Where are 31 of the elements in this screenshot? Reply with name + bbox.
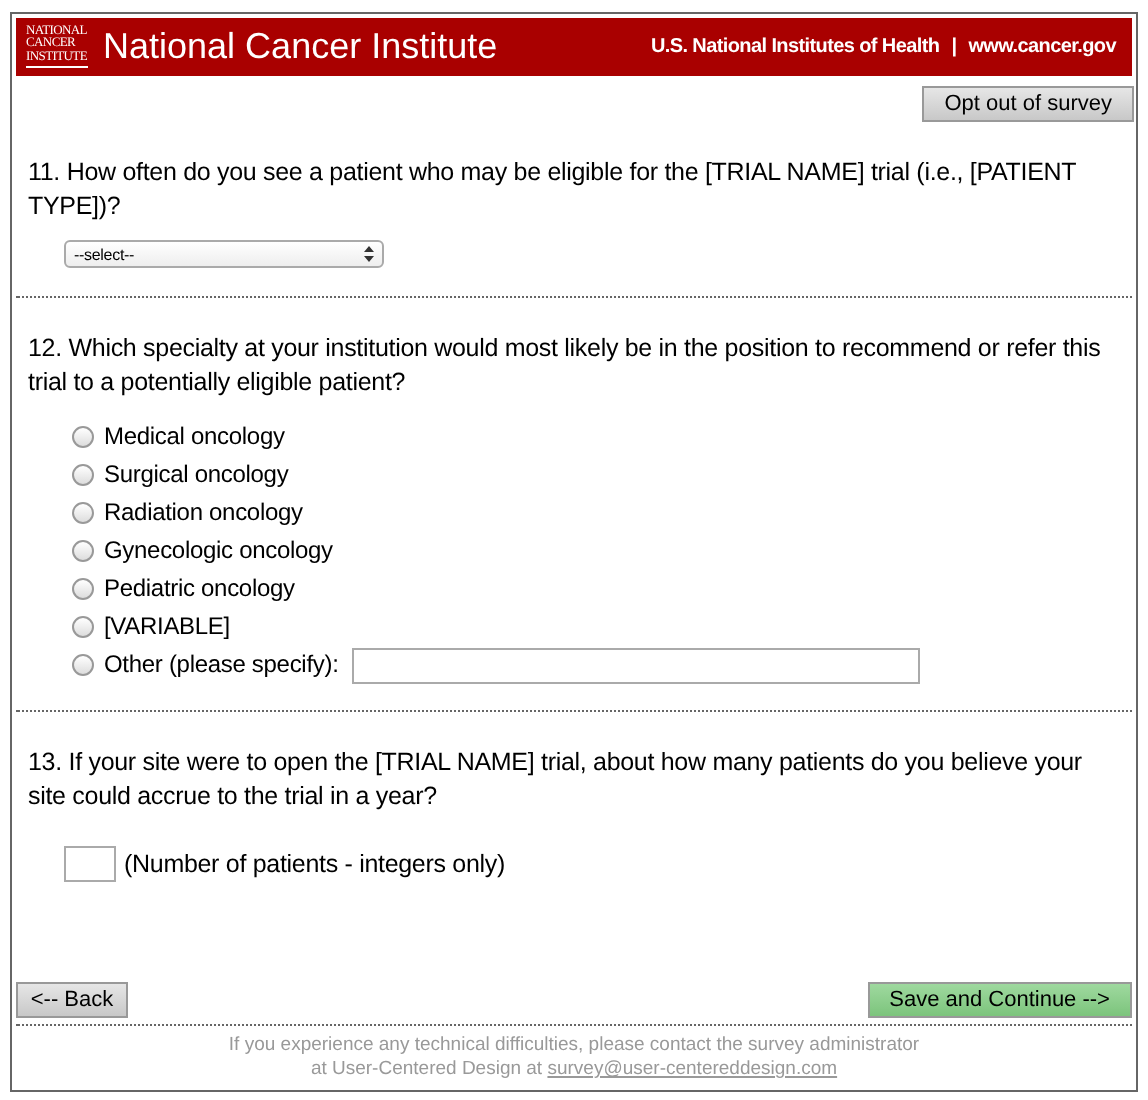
option-label[interactable]: [VARIABLE] <box>104 610 230 644</box>
header-link[interactable]: www.cancer.gov <box>968 36 1116 58</box>
option-label[interactable]: Surgical oncology <box>104 458 289 492</box>
footer-text: at User-Centered Design at <box>310 1058 543 1080</box>
footer-text: If you experience any technical difficulties, please contact the survey administrator <box>228 1034 920 1058</box>
site-title: National Cancer Institute <box>103 26 498 68</box>
question-text: 13. If your site were to open the [TRIAL NAME] trial, about how many patients do you believe your site could accrue to the trial in a year? <box>28 746 1084 814</box>
input-field[interactable] <box>64 846 116 882</box>
back-button[interactable]: <-- Back <box>16 982 128 1018</box>
updown-arrows-icon <box>364 246 374 262</box>
select-dropdown[interactable]: --select-- <box>64 240 384 268</box>
separator: | <box>951 36 957 58</box>
radio-button[interactable] <box>72 464 94 486</box>
option-label[interactable]: Medical oncology <box>104 420 285 454</box>
field-hint: (Number of patients - integers only) <box>124 847 506 881</box>
question-text: 11. How often do you see a patient who may be eligible for the [TRIAL NAME] trial (i.e., [PATIENT TYPE])? <box>28 156 1078 224</box>
radio-button[interactable] <box>72 578 94 600</box>
question-text: 12. Which specialty at your institution would most likely be in the position to recommend or refer this trial to a potentially eligible patient? <box>28 332 1103 400</box>
header-link[interactable]: U.S. National Institutes of Health <box>650 36 940 58</box>
radio-button[interactable] <box>72 540 94 562</box>
option-label[interactable]: Gynecologic oncology <box>104 534 333 568</box>
radio-button[interactable] <box>72 616 94 638</box>
option-label[interactable]: Other (please specify): <box>104 648 339 682</box>
radio-button[interactable] <box>72 502 94 524</box>
save-continue-button[interactable]: Save and Continue --> <box>867 982 1132 1018</box>
radio-button[interactable] <box>72 654 94 676</box>
opt-out-button[interactable]: Opt out of survey <box>922 86 1134 122</box>
input-field[interactable] <box>352 647 921 683</box>
option-label[interactable]: Pediatric oncology <box>104 572 295 606</box>
radio-button[interactable] <box>72 426 94 448</box>
option-label[interactable]: Radiation oncology <box>104 496 303 530</box>
